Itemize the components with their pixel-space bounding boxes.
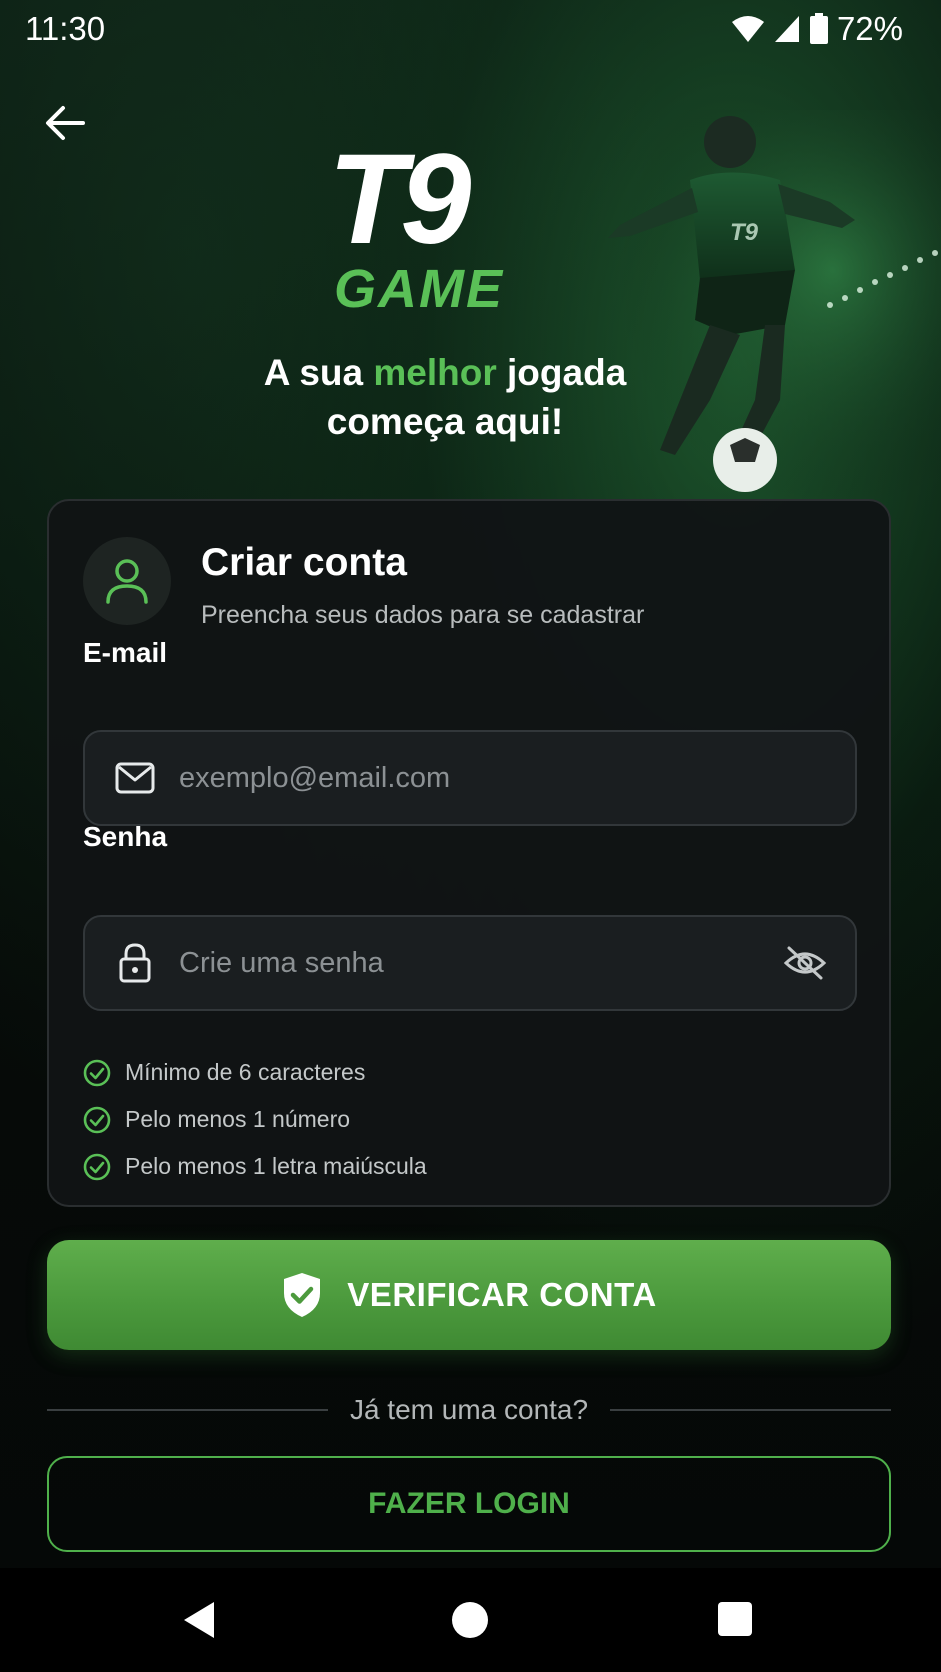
rule-text: Pelo menos 1 letra maiúscula	[125, 1153, 427, 1179]
check-circle-icon	[83, 1153, 111, 1180]
email-label: E-mail	[83, 637, 168, 668]
signup-card: Criar conta Preencha seus dados para se …	[47, 499, 891, 1207]
status-bar: 11:30 72%	[0, 0, 941, 56]
battery-icon	[809, 13, 828, 44]
password-rule: Mínimo de 6 caracteres	[83, 1049, 427, 1096]
password-field[interactable]	[83, 915, 857, 1011]
verify-account-button[interactable]: VERIFICAR CONTA	[47, 1240, 891, 1350]
tagline-text: A sua	[263, 352, 374, 393]
nav-recents-icon[interactable]	[718, 1602, 752, 1636]
check-circle-icon	[83, 1059, 111, 1086]
tagline-line-1: A sua melhor jogada	[0, 348, 890, 397]
tagline: A sua melhor jogada começa aqui!	[0, 348, 890, 446]
login-button-label: FAZER LOGIN	[368, 1487, 570, 1520]
avatar	[83, 537, 171, 625]
soccer-player-image: T9	[580, 110, 941, 510]
nav-home-icon[interactable]	[452, 1602, 488, 1638]
shield-check-icon	[284, 1273, 321, 1317]
password-input[interactable]	[159, 917, 775, 1009]
nav-back-icon[interactable]	[180, 1600, 220, 1640]
svg-text:T9: T9	[730, 219, 759, 246]
check-circle-icon	[83, 1106, 111, 1133]
rule-text: Pelo menos 1 número	[125, 1106, 351, 1132]
password-rules: Mínimo de 6 caracteres Pelo menos 1 núme…	[83, 1049, 427, 1190]
status-icons: 72%	[731, 10, 903, 48]
verify-button-label: VERIFICAR CONTA	[347, 1276, 657, 1313]
rule-text: Mínimo de 6 caracteres	[125, 1059, 366, 1085]
t9-game-logo: T9 GAME	[328, 135, 504, 315]
user-icon	[106, 559, 148, 604]
password-rule: Pelo menos 1 letra maiúscula	[83, 1143, 427, 1190]
status-time: 11:30	[25, 10, 106, 47]
mail-icon	[111, 754, 159, 802]
card-subtitle: Preencha seus dados para se cadastrar	[201, 601, 645, 629]
tagline-highlight: melhor	[373, 352, 497, 393]
password-label: Senha	[83, 821, 168, 852]
tagline-line-2: começa aqui!	[326, 401, 564, 442]
back-button[interactable]	[40, 98, 90, 148]
email-field[interactable]	[83, 730, 857, 826]
battery-percentage: 72%	[836, 10, 903, 47]
email-input[interactable]	[159, 732, 855, 824]
svg-text:T9: T9	[328, 135, 471, 271]
login-button[interactable]: FAZER LOGIN	[47, 1456, 891, 1552]
login-divider: Já tem uma conta?	[47, 1390, 891, 1430]
signup-screen: 11:30 72% T9 T9 GAME A sua melhor jogada…	[0, 0, 941, 1672]
toggle-password-visibility[interactable]	[775, 933, 835, 993]
divider-line	[610, 1409, 891, 1411]
eye-off-icon	[783, 946, 827, 980]
svg-text:GAME: GAME	[334, 259, 504, 315]
divider-text: Já tem uma conta?	[349, 1394, 589, 1425]
signal-icon	[774, 16, 799, 42]
card-title: Criar conta	[201, 541, 407, 584]
password-rule: Pelo menos 1 número	[83, 1096, 427, 1143]
tagline-text: jogada	[496, 352, 627, 393]
lock-icon	[111, 939, 159, 987]
arrow-left-icon	[46, 106, 85, 140]
wifi-icon	[731, 16, 764, 42]
system-nav-bar	[0, 1568, 941, 1672]
divider-line	[47, 1409, 328, 1411]
